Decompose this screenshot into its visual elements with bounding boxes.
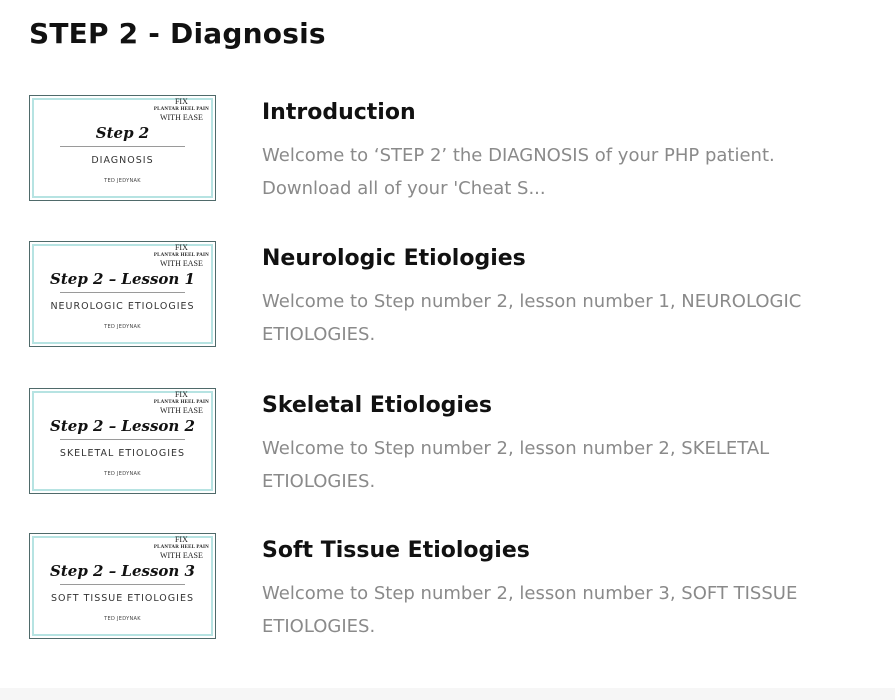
thumbnail-title: Step 2 <box>95 124 150 142</box>
thumbnail-title: Step 2 – Lesson 2 <box>50 417 195 435</box>
thumbnail-subtitle: SOFT TISSUE ETIOLOGIES <box>51 593 194 604</box>
thumbnail-author: TED JEDYNAK <box>104 471 141 477</box>
lesson-thumbnail[interactable]: FIX PLANTAR HEEL PAIN WITH EASE Step 2 D… <box>29 95 216 201</box>
lesson-title[interactable]: Skeletal Etiologies <box>262 390 492 422</box>
lesson-thumbnail[interactable]: FIX PLANTAR HEEL PAIN WITH EASE Step 2 –… <box>29 388 216 494</box>
lesson-item-soft-tissue-etiologies[interactable]: FIX PLANTAR HEEL PAIN WITH EASE Step 2 –… <box>29 533 869 643</box>
thumbnail-divider <box>60 584 185 585</box>
lesson-item-neurologic-etiologies[interactable]: FIX PLANTAR HEEL PAIN WITH EASE Step 2 –… <box>29 241 869 351</box>
thumbnail-subtitle: SKELETAL ETIOLOGIES <box>59 448 186 459</box>
lesson-description: Welcome to ‘STEP 2’ the DIAGNOSIS of you… <box>262 145 775 199</box>
thumbnail-divider <box>60 292 185 293</box>
lesson-title[interactable]: Introduction <box>262 97 416 129</box>
brand-logo: FIX PLANTAR HEEL PAIN WITH EASE <box>153 243 209 268</box>
thumbnail-title: Step 2 – Lesson 3 <box>50 562 195 580</box>
thumbnail-subtitle: NEUROLOGIC ETIOLOGIES <box>50 301 195 312</box>
thumbnail-divider <box>60 439 185 440</box>
section-title: STEP 2 - Diagnosis <box>29 17 326 50</box>
thumbnail-author: TED JEDYNAK <box>104 178 141 184</box>
lesson-item-introduction[interactable]: FIX PLANTAR HEEL PAIN WITH EASE Step 2 D… <box>29 95 869 205</box>
lesson-thumbnail[interactable]: FIX PLANTAR HEEL PAIN WITH EASE Step 2 –… <box>29 533 216 639</box>
lesson-description: Welcome to Step number 2, lesson number … <box>262 291 802 345</box>
thumbnail-author: TED JEDYNAK <box>104 616 141 622</box>
lesson-description: Welcome to Step number 2, lesson number … <box>262 438 770 492</box>
brand-logo: FIX PLANTAR HEEL PAIN WITH EASE <box>153 97 209 122</box>
thumbnail-author: TED JEDYNAK <box>104 324 141 330</box>
lesson-thumbnail[interactable]: FIX PLANTAR HEEL PAIN WITH EASE Step 2 –… <box>29 241 216 347</box>
footer-strip <box>0 688 895 700</box>
thumbnail-divider <box>60 146 185 147</box>
lesson-item-skeletal-etiologies[interactable]: FIX PLANTAR HEEL PAIN WITH EASE Step 2 –… <box>29 388 869 498</box>
thumbnail-subtitle: DIAGNOSIS <box>91 155 154 166</box>
lesson-description: Welcome to Step number 2, lesson number … <box>262 583 798 637</box>
lesson-title[interactable]: Soft Tissue Etiologies <box>262 535 530 567</box>
brand-logo: FIX PLANTAR HEEL PAIN WITH EASE <box>153 535 209 560</box>
lesson-title[interactable]: Neurologic Etiologies <box>262 243 526 275</box>
thumbnail-title: Step 2 – Lesson 1 <box>50 270 195 288</box>
brand-logo: FIX PLANTAR HEEL PAIN WITH EASE <box>153 390 209 415</box>
